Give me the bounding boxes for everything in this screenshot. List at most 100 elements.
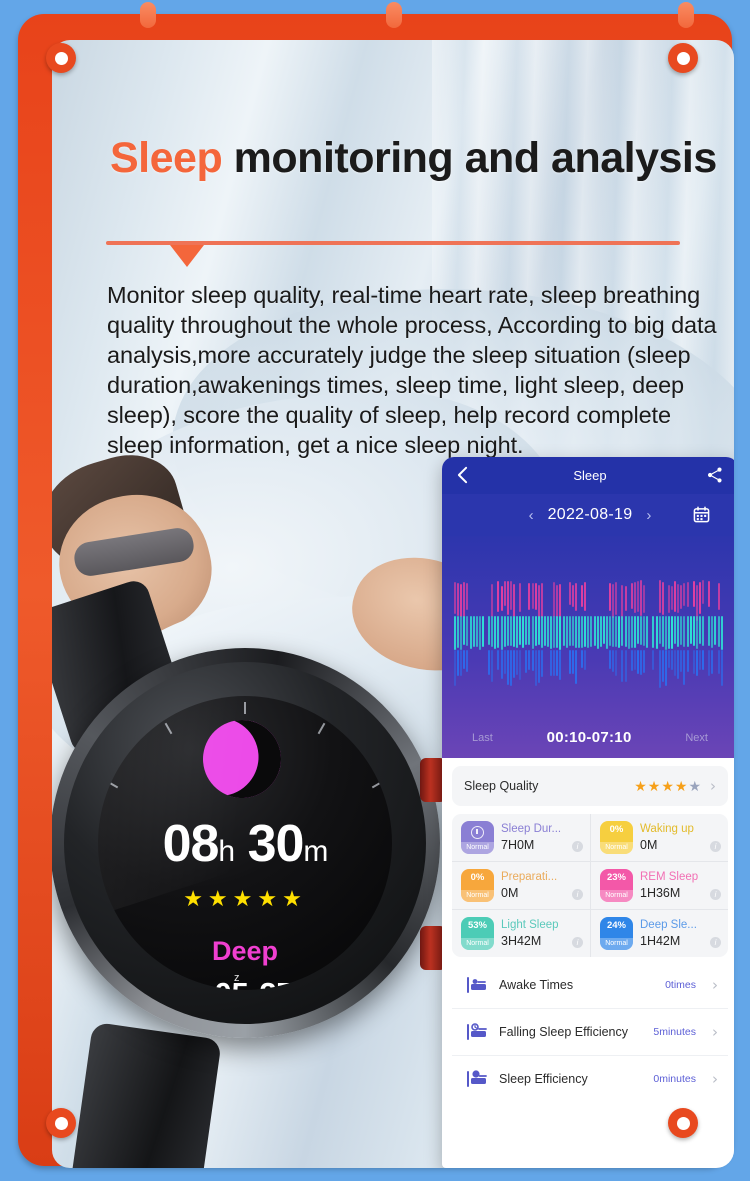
- metric-cell[interactable]: Normal Sleep Dur... 7H0M i: [452, 814, 590, 861]
- metric-row: 53% Normal Light Sleep 3H42M i 24% Normal Deep …: [452, 909, 728, 957]
- chart-bar-deep: [528, 650, 531, 670]
- share-icon[interactable]: [706, 466, 724, 484]
- chart-bar-awake: [463, 582, 466, 618]
- chart-bar-awake: [686, 581, 689, 607]
- chart-bar-deep: [702, 650, 704, 670]
- page-title: Sleep monitoring and analysis: [110, 134, 717, 183]
- watch-bezel: 08h 30m ★★★★★ Deep 05h27m z: [64, 662, 426, 1024]
- chart-bar-light: [516, 616, 518, 648]
- chart-bar-light: [652, 616, 655, 649]
- chart-bar-light: [556, 616, 559, 648]
- star-filled-icon[interactable]: ★: [675, 778, 689, 794]
- chart-bar-awake: [584, 581, 587, 611]
- current-date: 2022-08-19: [547, 506, 633, 523]
- watch-deep-duration: 05h27m: [98, 978, 392, 990]
- chart-bar-light: [618, 616, 621, 648]
- chart-bar-light: [615, 616, 618, 647]
- calendar-icon[interactable]: [693, 506, 710, 523]
- chart-bar-awake: [698, 582, 701, 614]
- chart-bar-deep: [612, 650, 615, 672]
- chart-bar-light: [581, 616, 584, 648]
- chart-bar-awake: [540, 583, 543, 619]
- chart-bar-awake: [680, 585, 683, 610]
- info-icon[interactable]: i: [710, 841, 721, 852]
- chart-bar-deep: [686, 650, 689, 673]
- chart-bar-deep: [652, 650, 655, 670]
- moon-zzz-icon: [175, 978, 209, 990]
- list-item-chevron-icon[interactable]: ›: [712, 1070, 718, 1088]
- chart-bar-light: [509, 616, 512, 646]
- next-day-button[interactable]: ›: [646, 507, 651, 524]
- metric-row: 0% Normal Preparati... 0M i 23% Normal REM Slee…: [452, 861, 728, 909]
- metric-cell[interactable]: 24% Normal Deep Sle... 1H42M i: [590, 910, 728, 957]
- chart-bar-awake: [717, 582, 720, 610]
- metric-badge: Normal: [461, 821, 494, 854]
- chart-bar-deep: [711, 650, 714, 674]
- sleep-quality-chevron-icon[interactable]: ›: [710, 777, 716, 795]
- chart-bar-deep: [680, 650, 683, 672]
- chart-bar-deep: [506, 650, 509, 686]
- star-empty-icon[interactable]: ★: [688, 778, 702, 794]
- chart-bar-light: [578, 616, 580, 649]
- metric-cell[interactable]: 0% Normal Preparati... 0M i: [452, 862, 590, 909]
- star-filled-icon[interactable]: ★: [648, 778, 662, 794]
- chart-bar-light: [460, 616, 463, 650]
- sleep-quality-row[interactable]: Sleep Quality ★★★★★ ›: [452, 766, 728, 806]
- chart-bar-deep: [568, 650, 571, 674]
- list-item[interactable]: Falling Sleep Efficiency 5minutes ›: [452, 1008, 728, 1055]
- list-item[interactable]: Sleep Efficiency 0minutes ›: [452, 1055, 728, 1102]
- chart-bar-deep: [509, 650, 512, 686]
- chart-bar-awake: [568, 582, 571, 606]
- chart-bar-light: [565, 616, 568, 649]
- info-icon[interactable]: i: [572, 841, 583, 852]
- prev-day-button[interactable]: ‹: [529, 507, 534, 524]
- watch-deep-minutes-unit: m: [294, 988, 310, 990]
- metric-cell[interactable]: 0% Normal Waking up 0M i: [590, 814, 728, 861]
- chart-bar-deep: [720, 650, 723, 686]
- info-icon[interactable]: i: [710, 937, 721, 948]
- chart-next-button[interactable]: Next: [685, 732, 708, 744]
- chart-bar-awake: [674, 581, 677, 612]
- frame-tab-middle: [386, 2, 402, 28]
- watch-screen[interactable]: 08h 30m ★★★★★ Deep 05h27m z: [98, 696, 392, 990]
- chart-bar-deep: [621, 650, 624, 683]
- star-filled-icon[interactable]: ★: [634, 778, 648, 794]
- grommet-bottom-right: [668, 1108, 698, 1138]
- chart-last-button[interactable]: Last: [472, 732, 493, 744]
- chart-bar-light: [714, 616, 717, 645]
- chart-bar-awake: [683, 582, 686, 607]
- sleep-stage-bars: [454, 574, 726, 692]
- metric-percent: 24%: [606, 920, 626, 931]
- chart-bar-light: [717, 616, 720, 647]
- chart-bar-awake: [633, 581, 636, 614]
- info-icon[interactable]: i: [710, 889, 721, 900]
- chart-bar-deep: [664, 650, 667, 687]
- chart-bar-light: [708, 616, 711, 647]
- metric-cell[interactable]: 23% Normal REM Sleep 1H36M i: [590, 862, 728, 909]
- chart-bar-awake: [615, 581, 618, 615]
- metric-cell[interactable]: 53% Normal Light Sleep 3H42M i: [452, 910, 590, 957]
- list-item[interactable]: Awake Times 0times ›: [452, 961, 728, 1008]
- list-item-chevron-icon[interactable]: ›: [712, 1023, 718, 1041]
- chart-bar-light: [633, 616, 636, 648]
- chart-bar-light: [568, 616, 571, 646]
- chart-bar-awake: [537, 585, 540, 620]
- chart-bar-awake: [643, 584, 646, 614]
- chart-bar-deep: [491, 650, 494, 682]
- app-title: Sleep: [573, 468, 607, 483]
- list-item-chevron-icon[interactable]: ›: [712, 976, 718, 994]
- chart-bar-light: [677, 616, 680, 648]
- star-filled-icon[interactable]: ★: [661, 778, 675, 794]
- info-icon[interactable]: i: [572, 937, 583, 948]
- chart-bar-deep: [717, 650, 720, 675]
- chart-bar-deep: [512, 650, 515, 678]
- sleep-stage-chart[interactable]: Last 00:10-07:10 Next: [442, 536, 734, 758]
- chart-bar-light: [494, 616, 497, 649]
- chart-bar-deep: [463, 650, 466, 670]
- info-icon[interactable]: i: [572, 889, 583, 900]
- back-chevron-icon[interactable]: [457, 466, 468, 484]
- chart-bar-light: [621, 616, 624, 646]
- chart-bar-awake: [503, 581, 506, 607]
- chart-bar-deep: [698, 650, 701, 671]
- chart-bar-light: [475, 616, 478, 648]
